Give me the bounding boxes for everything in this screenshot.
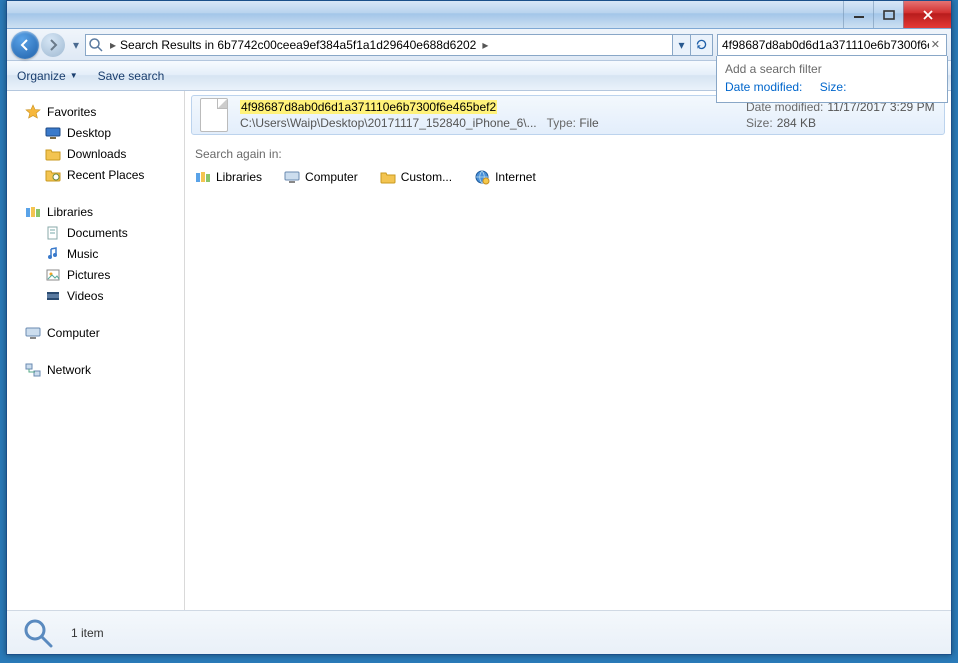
chevron-down-icon: ▼ <box>70 71 78 80</box>
file-icon <box>200 98 228 132</box>
sidebar-item-label: Computer <box>47 326 100 340</box>
save-search-button[interactable]: Save search <box>98 69 165 83</box>
folder-icon <box>380 169 396 185</box>
navigation-bar: ▾ ▸ Search Results in 6b7742c00ceea9ef38… <box>7 29 951 61</box>
pictures-icon <box>45 267 61 283</box>
sidebar-item-pictures[interactable]: Pictures <box>7 264 184 285</box>
search-input[interactable] <box>722 38 929 52</box>
size-value: 284 KB <box>777 116 816 130</box>
sidebar-item-downloads[interactable]: Downloads <box>7 143 184 164</box>
music-icon <box>45 246 61 262</box>
sidebar-favorites[interactable]: Favorites <box>7 101 184 122</box>
file-type-value: File <box>579 116 598 130</box>
organize-menu[interactable]: Organize ▼ <box>17 69 78 83</box>
videos-icon <box>45 288 61 304</box>
title-bar <box>7 1 951 29</box>
sidebar-item-desktop[interactable]: Desktop <box>7 122 184 143</box>
breadcrumb[interactable]: Search Results in 6b7742c00ceea9ef384a5f… <box>118 38 478 52</box>
sidebar-item-label: Recent Places <box>67 168 144 182</box>
search-again-label-text: Internet <box>495 170 536 184</box>
navigation-pane: Favorites Desktop Downloads Recent Place… <box>7 91 185 610</box>
sidebar-item-label: Favorites <box>47 105 96 119</box>
minimize-button[interactable] <box>843 1 873 28</box>
libraries-icon <box>25 204 41 220</box>
filter-size[interactable]: Size: <box>820 80 847 94</box>
save-search-label: Save search <box>98 69 165 83</box>
search-again-computer[interactable]: Computer <box>284 169 358 185</box>
breadcrumb-chevron-icon: ▸ <box>110 38 116 52</box>
status-text: 1 item <box>71 626 104 640</box>
filter-date-modified[interactable]: Date modified: <box>725 80 802 94</box>
computer-icon <box>25 325 41 341</box>
sidebar-item-label: Libraries <box>47 205 93 219</box>
star-icon <box>25 104 41 120</box>
clear-search-icon[interactable]: ✕ <box>929 38 942 51</box>
search-again-internet[interactable]: Internet <box>474 169 536 185</box>
sidebar-network[interactable]: Network <box>7 359 184 380</box>
computer-icon <box>284 169 300 185</box>
status-bar: 1 item <box>7 610 951 654</box>
explorer-window: ▾ ▸ Search Results in 6b7742c00ceea9ef38… <box>6 0 952 655</box>
search-again-label-text: Custom... <box>401 170 452 184</box>
sidebar-item-label: Downloads <box>67 147 126 161</box>
sidebar-item-label: Network <box>47 363 91 377</box>
sidebar-item-music[interactable]: Music <box>7 243 184 264</box>
sidebar-computer[interactable]: Computer <box>7 322 184 343</box>
search-input-container: ✕ <box>717 34 947 56</box>
search-again-label-text: Libraries <box>216 170 262 184</box>
search-icon <box>88 37 104 53</box>
sidebar-libraries[interactable]: Libraries <box>7 201 184 222</box>
sidebar-item-label: Music <box>67 247 98 261</box>
address-dropdown[interactable]: ▾ <box>673 34 691 56</box>
sidebar-item-label: Desktop <box>67 126 111 140</box>
maximize-button[interactable] <box>873 1 903 28</box>
refresh-button[interactable] <box>691 34 713 56</box>
libraries-icon <box>195 169 211 185</box>
search-filter-hint: Add a search filter <box>725 62 939 76</box>
search-filter-dropdown: Add a search filter Date modified: Size: <box>716 56 948 103</box>
sidebar-item-recent-places[interactable]: Recent Places <box>7 164 184 185</box>
close-button[interactable] <box>903 1 951 28</box>
sidebar-item-label: Pictures <box>67 268 110 282</box>
breadcrumb-chevron-icon[interactable]: ▸ <box>482 38 488 52</box>
organize-label: Organize <box>17 69 66 83</box>
desktop-icon <box>45 125 61 141</box>
search-again-label-text: Computer <box>305 170 358 184</box>
search-again-libraries[interactable]: Libraries <box>195 169 262 185</box>
folder-icon <box>45 146 61 162</box>
documents-icon <box>45 225 61 241</box>
sidebar-item-videos[interactable]: Videos <box>7 285 184 306</box>
sidebar-item-documents[interactable]: Documents <box>7 222 184 243</box>
size-label: Size: <box>746 116 773 130</box>
sidebar-item-label: Documents <box>67 226 128 240</box>
search-again-label: Search again in: <box>185 135 951 165</box>
file-name: 4f98687d8ab0d6d1a371110e6b7300f6e465bef2 <box>240 100 736 114</box>
forward-button[interactable] <box>41 33 65 57</box>
network-icon <box>25 362 41 378</box>
content-pane: 4f98687d8ab0d6d1a371110e6b7300f6e465bef2… <box>185 91 951 610</box>
file-path: C:\Users\Waip\Desktop\20171117_152840_iP… <box>240 116 537 130</box>
file-type-label: Type: <box>547 116 576 130</box>
history-dropdown[interactable]: ▾ <box>71 31 81 59</box>
internet-icon <box>474 169 490 185</box>
back-button[interactable] <box>11 31 39 59</box>
address-bar[interactable]: ▸ Search Results in 6b7742c00ceea9ef384a… <box>85 34 673 56</box>
recent-places-icon <box>45 167 61 183</box>
body: Favorites Desktop Downloads Recent Place… <box>7 91 951 610</box>
search-again-custom[interactable]: Custom... <box>380 169 452 185</box>
magnifier-icon <box>21 616 55 650</box>
sidebar-item-label: Videos <box>67 289 103 303</box>
